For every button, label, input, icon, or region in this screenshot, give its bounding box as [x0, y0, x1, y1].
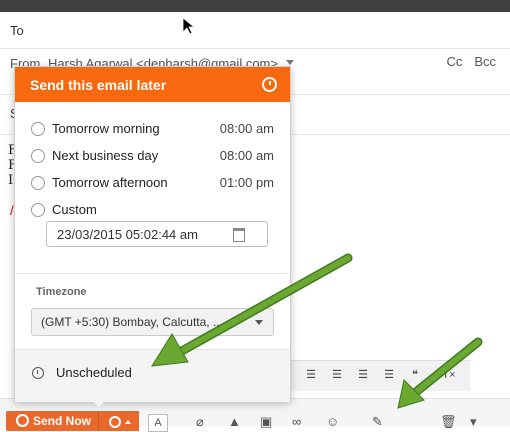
- annotation-arrows: [151, 17, 483, 409]
- arrow-to-unscheduled: [151, 253, 353, 367]
- arrow-to-schedule-icon: [397, 337, 483, 409]
- mouse-cursor-icon: [182, 17, 196, 35]
